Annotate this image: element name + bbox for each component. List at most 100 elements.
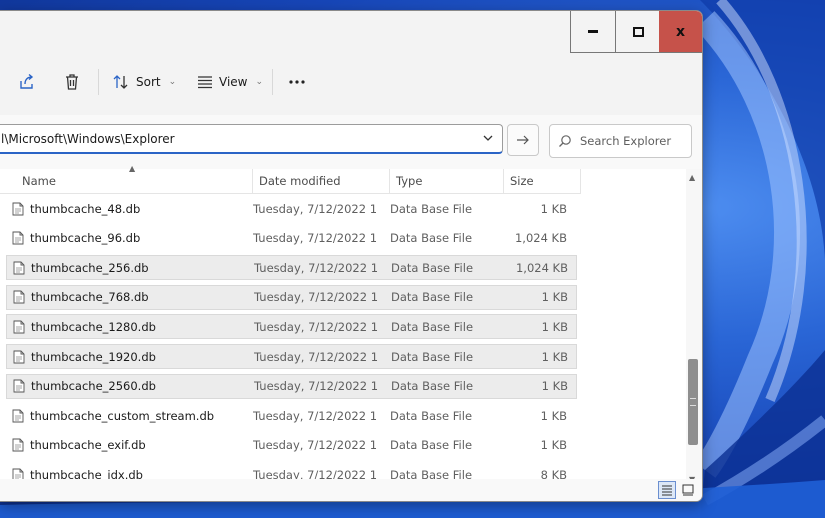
file-row[interactable]: thumbcache_768.db Tuesday, 7/12/2022 10:.…	[6, 284, 577, 310]
maximize-button[interactable]	[615, 11, 660, 53]
chevron-down-icon[interactable]	[482, 132, 494, 144]
file-type: Data Base File	[390, 438, 473, 453]
sort-icon	[113, 75, 128, 89]
file-date: Tuesday, 7/12/2022 10:...	[254, 260, 378, 275]
address-input[interactable]: l\Microsoft\Windows\Explorer	[0, 124, 503, 154]
command-bar: Sort ⌄ View ⌄	[0, 53, 702, 116]
column-date-label: Date modified	[259, 174, 341, 188]
file-date: Tuesday, 7/12/2022 10:...	[254, 319, 378, 334]
chevron-down-icon: ⌄	[255, 77, 264, 87]
file-date: Tuesday, 7/12/2022 10:...	[253, 438, 377, 453]
chevron-down-icon: ⌄	[168, 77, 177, 87]
file-date: Tuesday, 7/12/2022 10:...	[253, 408, 377, 423]
status-bar	[0, 479, 702, 501]
file-name-cell: thumbcache_custom_stream.db	[12, 403, 252, 428]
file-row[interactable]: thumbcache_2560.db Tuesday, 7/12/2022 10:…	[6, 373, 577, 399]
close-button[interactable]: x	[659, 11, 702, 53]
file-row[interactable]: thumbcache_48.db Tuesday, 7/12/2022 10:..…	[6, 196, 577, 221]
file-icon	[12, 231, 24, 245]
file-name: thumbcache_1280.db	[31, 319, 156, 334]
column-header-name[interactable]: Name ▲	[0, 164, 253, 193]
address-bar-area: l\Microsoft\Windows\Explorer Search Expl…	[0, 115, 702, 169]
view-icon	[198, 76, 212, 89]
file-icon	[12, 202, 24, 215]
share-icon	[20, 73, 34, 89]
delete-button[interactable]	[61, 71, 83, 93]
column-name-label: Name	[22, 174, 56, 188]
file-size: 1 KB	[540, 408, 567, 423]
file-row[interactable]: thumbcache_custom_stream.db Tuesday, 7/12…	[6, 403, 577, 428]
file-row[interactable]: thumbcache_1920.db Tuesday, 7/12/2022 10:…	[6, 344, 577, 369]
file-size: 1 KB	[541, 290, 568, 305]
file-size: 1 KB	[541, 319, 568, 334]
scrollbar-grip-icon	[690, 398, 696, 406]
file-name: thumbcache_768.db	[31, 290, 149, 305]
details-view-icon	[662, 485, 672, 496]
sort-ascending-icon: ▲	[129, 164, 136, 173]
column-header-date[interactable]: Date modified	[253, 169, 390, 193]
file-type: Data Base File	[391, 379, 474, 394]
share-button[interactable]	[16, 71, 38, 93]
maximize-icon	[632, 26, 644, 37]
search-input[interactable]: Search Explorer	[549, 124, 692, 158]
file-size: 1,024 KB	[515, 260, 568, 275]
tiles-view-button[interactable]	[679, 481, 697, 499]
file-type: Data Base File	[391, 349, 474, 364]
column-header-size[interactable]: Size	[504, 169, 581, 193]
file-name: thumbcache_1920.db	[31, 349, 156, 364]
file-name-cell: thumbcache_48.db	[12, 196, 252, 221]
minimize-icon	[588, 30, 598, 33]
file-icon	[13, 350, 25, 363]
delete-icon	[66, 74, 78, 90]
file-date: Tuesday, 7/12/2022 10:...	[253, 201, 377, 216]
file-row[interactable]: thumbcache_exif.db Tuesday, 7/12/2022 10:…	[6, 433, 577, 458]
file-row[interactable]: thumbcache_256.db Tuesday, 7/12/2022 10:.…	[6, 255, 577, 281]
file-list: Name ▲ Date modified Type Size thumbcach…	[0, 164, 686, 482]
file-date: Tuesday, 7/12/2022 10:...	[253, 231, 377, 246]
view-label: View	[219, 75, 248, 89]
file-name: thumbcache_2560.db	[31, 379, 156, 394]
close-icon: x	[675, 23, 686, 40]
file-name-cell: thumbcache_256.db	[13, 256, 253, 279]
file-name: thumbcache_96.db	[30, 231, 141, 246]
go-button[interactable]	[507, 124, 539, 156]
file-row[interactable]: thumbcache_96.db Tuesday, 7/12/2022 10:..…	[6, 226, 577, 251]
file-name-cell: thumbcache_1280.db	[13, 315, 253, 338]
address-path: l\Microsoft\Windows\Explorer	[1, 131, 175, 146]
file-date: Tuesday, 7/12/2022 10:...	[254, 379, 378, 394]
search-placeholder: Search Explorer	[580, 134, 672, 148]
file-type: Data Base File	[391, 319, 474, 334]
file-type: Data Base File	[390, 201, 473, 216]
vertical-scrollbar[interactable]: ▲ ▼	[686, 169, 702, 489]
file-type: Data Base File	[390, 231, 473, 246]
file-date: Tuesday, 7/12/2022 10:...	[254, 349, 378, 364]
explorer-window: x Sort ⌄ View ⌄ l\Microsoft\Windows\Expl…	[0, 10, 703, 502]
more-icon	[289, 80, 305, 84]
scroll-up-icon[interactable]: ▲	[689, 173, 695, 182]
toolbar-separator	[272, 69, 273, 95]
file-row[interactable]: thumbcache_1280.db Tuesday, 7/12/2022 10:…	[6, 314, 577, 340]
file-icon	[12, 409, 24, 423]
file-name: thumbcache_256.db	[31, 260, 149, 275]
column-header-type[interactable]: Type	[390, 169, 504, 193]
details-view-button[interactable]	[658, 481, 676, 499]
file-type: Data Base File	[391, 290, 474, 305]
file-size: 1 KB	[541, 349, 568, 364]
file-name-cell: thumbcache_1920.db	[13, 345, 253, 368]
file-name: thumbcache_48.db	[30, 201, 141, 216]
file-size: 1 KB	[540, 438, 567, 453]
file-size: 1 KB	[540, 201, 567, 216]
more-options-button[interactable]	[288, 69, 306, 95]
title-bar[interactable]: x	[0, 11, 702, 53]
sort-button[interactable]: Sort ⌄	[112, 69, 176, 95]
tiles-view-icon	[682, 484, 694, 496]
minimize-button[interactable]	[570, 11, 615, 53]
file-type: Data Base File	[391, 260, 474, 275]
search-icon	[550, 134, 580, 148]
file-name: thumbcache_exif.db	[30, 438, 146, 453]
file-name-cell: thumbcache_exif.db	[12, 433, 252, 458]
file-size: 1 KB	[541, 379, 568, 394]
file-size: 1,024 KB	[514, 231, 567, 246]
view-button[interactable]: View ⌄	[197, 69, 263, 95]
arrow-right-icon	[517, 135, 529, 145]
